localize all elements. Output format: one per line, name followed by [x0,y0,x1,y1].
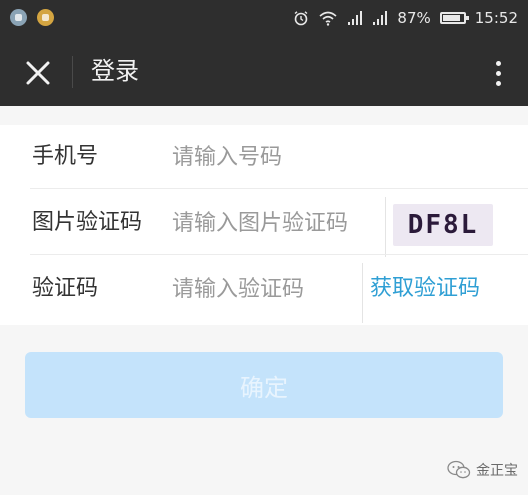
clock: 15:52 [474,9,518,27]
title-divider [72,56,73,88]
phone-label: 手机号 [32,144,99,169]
more-vertical-icon [495,70,501,76]
captcha-image[interactable]: DF8L [393,204,493,246]
login-form: 手机号 图片验证码 DF8L 验证码 获取验证码 [0,125,528,325]
title-bar: 登录 [0,36,528,106]
app-notification-icon [10,9,27,26]
watermark: 金正宝 [447,460,518,480]
image-code-input[interactable] [172,203,372,243]
row-divider [30,254,528,255]
wifi-icon [318,10,338,26]
sms-code-row: 验证码 获取验证码 [0,257,528,323]
status-bar: 87% 15:52 [0,0,528,36]
close-button[interactable] [18,53,58,93]
phone-row: 手机号 [0,125,528,189]
confirm-button[interactable]: 确定 [25,352,503,418]
page-title: 登录 [91,57,139,85]
more-vertical-icon [495,60,501,66]
more-options-button[interactable] [486,53,510,93]
watermark-text: 金正宝 [476,463,518,479]
more-vertical-icon [495,80,501,86]
field-divider [362,263,363,323]
battery-icon [439,12,469,24]
alarm-icon [293,10,309,26]
status-indicators: 87% 15:52 [293,0,518,36]
phone-input[interactable] [172,137,372,177]
close-icon [26,61,50,85]
get-code-button[interactable]: 获取验证码 [370,273,480,305]
image-code-row: 图片验证码 DF8L [0,191,528,257]
signal-icon [347,10,363,26]
field-divider [385,197,386,257]
row-divider [30,188,528,189]
app-notification-icon [37,9,54,26]
sms-code-input[interactable] [172,269,352,309]
image-code-label: 图片验证码 [32,210,143,235]
sms-code-label: 验证码 [32,276,99,301]
wechat-icon [447,460,471,479]
screen: 87% 15:52 登录 手机号 图片验证码 [0,0,528,495]
battery-percent: 87% [397,9,431,27]
notification-icons [10,9,54,26]
battery-level [442,15,461,21]
signal-icon [372,10,388,26]
